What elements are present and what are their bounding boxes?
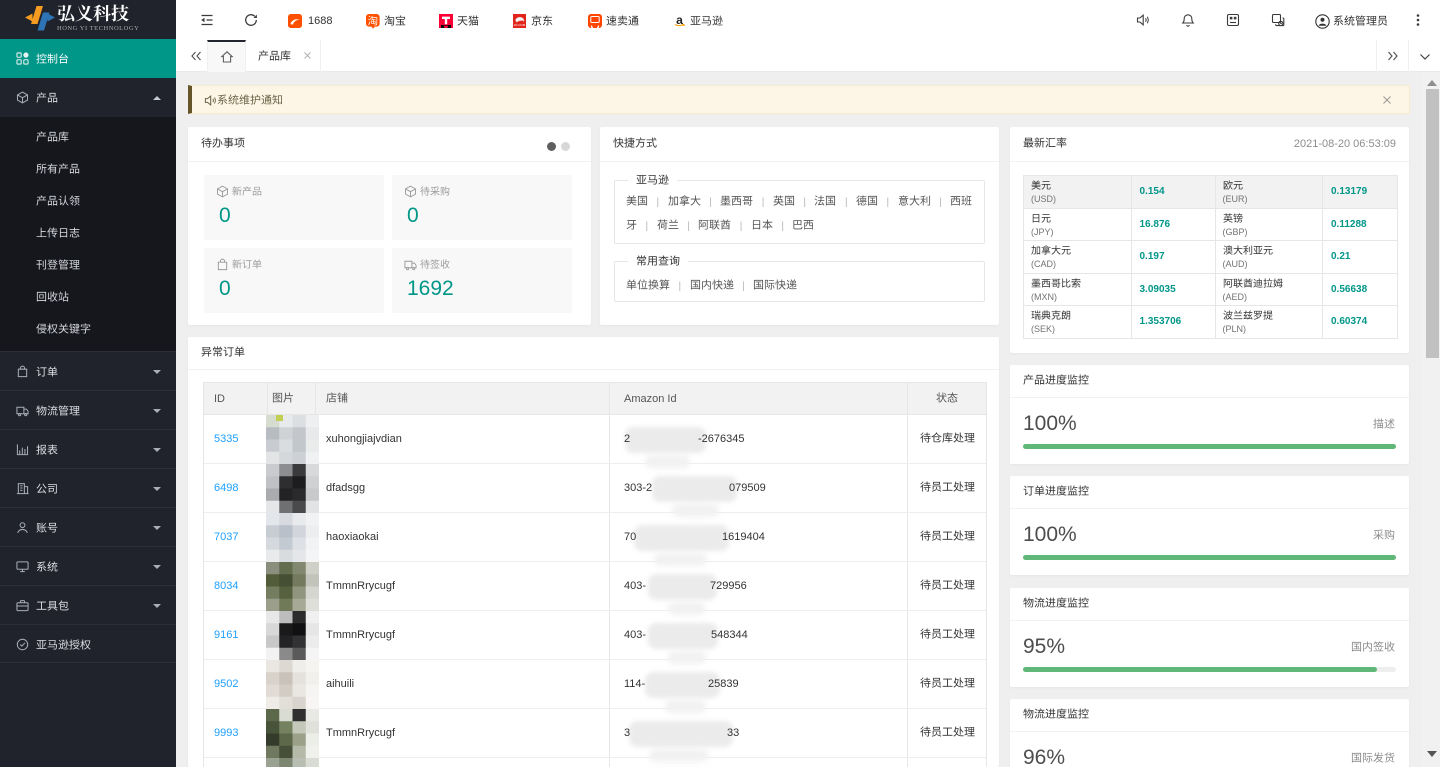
svg-text:JD.COM: JD.COM bbox=[514, 23, 526, 27]
